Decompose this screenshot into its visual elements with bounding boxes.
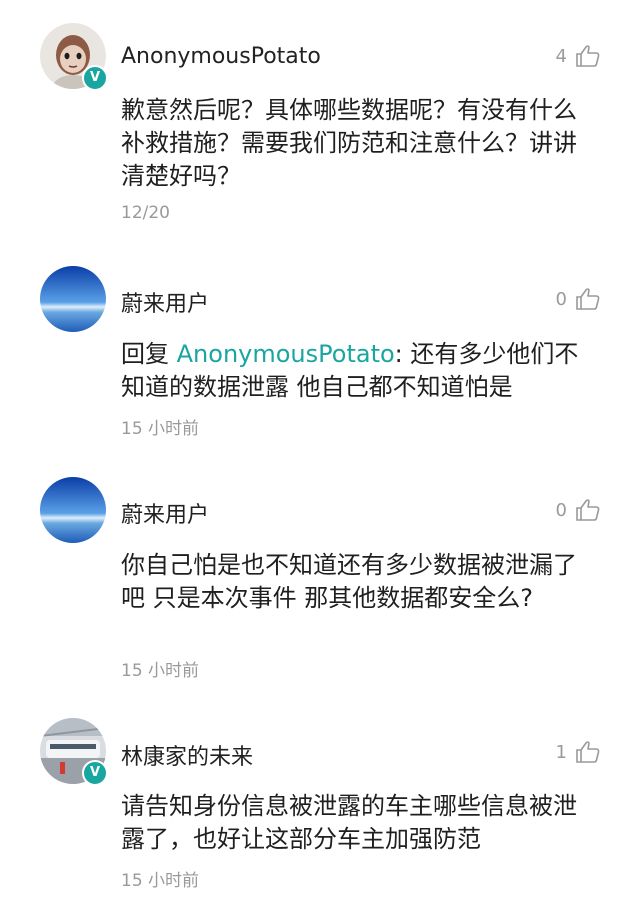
comment-timestamp: 15 小时前 [121, 871, 200, 891]
avatar[interactable]: V [40, 718, 108, 786]
comment-item: V 林康家的未来 1 请告知身份信息被泄露的车主哪些信息被泄露了，也好让这部分车… [0, 0, 641, 913]
comment-text: 请告知身份信息被泄露的车主哪些信息被泄露了，也好让这部分车主加强防范 [121, 792, 577, 853]
username[interactable]: 林康家的未来 [121, 739, 253, 771]
verified-badge-icon: V [82, 760, 108, 786]
like-button[interactable]: 1 [556, 740, 601, 764]
like-count: 1 [555, 741, 567, 763]
thumbs-up-icon [576, 741, 600, 763]
